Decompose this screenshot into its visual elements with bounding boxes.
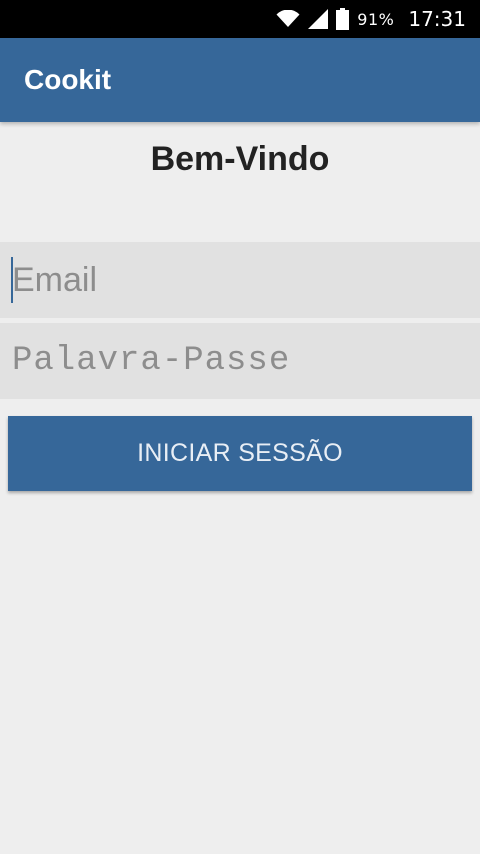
status-bar: 91% 17:31	[0, 0, 480, 38]
signal-icon	[308, 9, 329, 29]
welcome-heading: Bem-Vindo	[150, 140, 330, 178]
app-bar: Cookit	[0, 38, 480, 122]
password-field[interactable]	[0, 323, 480, 399]
status-icons: 91% 17:31	[276, 0, 466, 38]
battery-icon	[336, 8, 350, 30]
email-field[interactable]	[0, 242, 480, 318]
wifi-icon	[276, 10, 300, 28]
text-cursor	[11, 257, 13, 303]
battery-percent: 91%	[357, 9, 395, 29]
clock: 17:31	[408, 7, 466, 31]
app-title: Cookit	[24, 64, 112, 95]
login-button[interactable]: INICIAR SESSÃO	[8, 416, 472, 491]
